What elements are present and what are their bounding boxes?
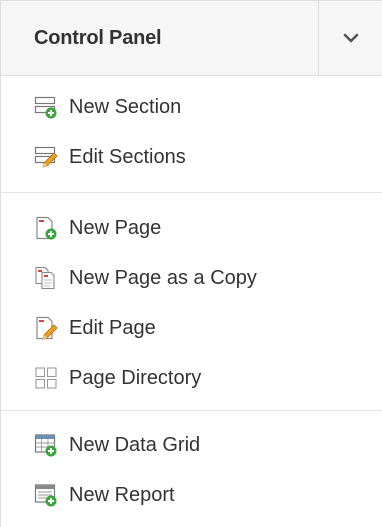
- menu-item-label: Edit Page: [69, 317, 156, 339]
- menu-item-new-data-grid[interactable]: New Data Grid: [1, 420, 382, 470]
- menu-item-new-section[interactable]: New Section: [1, 82, 382, 132]
- menu-item-new-report[interactable]: New Report: [1, 470, 382, 520]
- chevron-down-icon: [343, 33, 358, 43]
- collapse-toggle-button[interactable]: [319, 1, 382, 75]
- menu-item-label: New Data Grid: [69, 434, 201, 456]
- section-divider: [1, 410, 382, 411]
- new-section-icon: [34, 96, 57, 119]
- menu-item-label: New Report: [69, 484, 175, 506]
- panel-header: Control Panel: [1, 0, 382, 76]
- menu-item-new-page[interactable]: New Page: [1, 203, 382, 253]
- menu-item-edit-page[interactable]: Edit Page: [1, 303, 382, 353]
- panel-title: Control Panel: [34, 27, 162, 49]
- page-directory-icon: [35, 367, 57, 389]
- new-data-grid-icon: [34, 434, 57, 457]
- menu-item-edit-sections[interactable]: Edit Sections: [1, 132, 382, 182]
- menu-item-label: New Section: [69, 96, 182, 118]
- new-report-icon: [34, 484, 57, 507]
- menu-item-label: New Page: [69, 217, 162, 239]
- menu-item-label: Edit Sections: [69, 146, 186, 168]
- menu-item-label: New Page as a Copy: [69, 267, 257, 289]
- menu-item-new-page-as-copy[interactable]: New Page as a Copy: [1, 253, 382, 303]
- menu-item-label: Page Directory: [69, 367, 202, 389]
- section-divider: [1, 192, 382, 193]
- edit-sections-icon: [34, 146, 58, 168]
- copy-page-icon: [35, 266, 55, 290]
- new-page-icon: [36, 216, 57, 240]
- edit-page-icon: [36, 316, 58, 340]
- menu-item-page-directory[interactable]: Page Directory: [1, 353, 382, 403]
- control-panel: Control Panel New Section Edit Sections: [0, 0, 382, 527]
